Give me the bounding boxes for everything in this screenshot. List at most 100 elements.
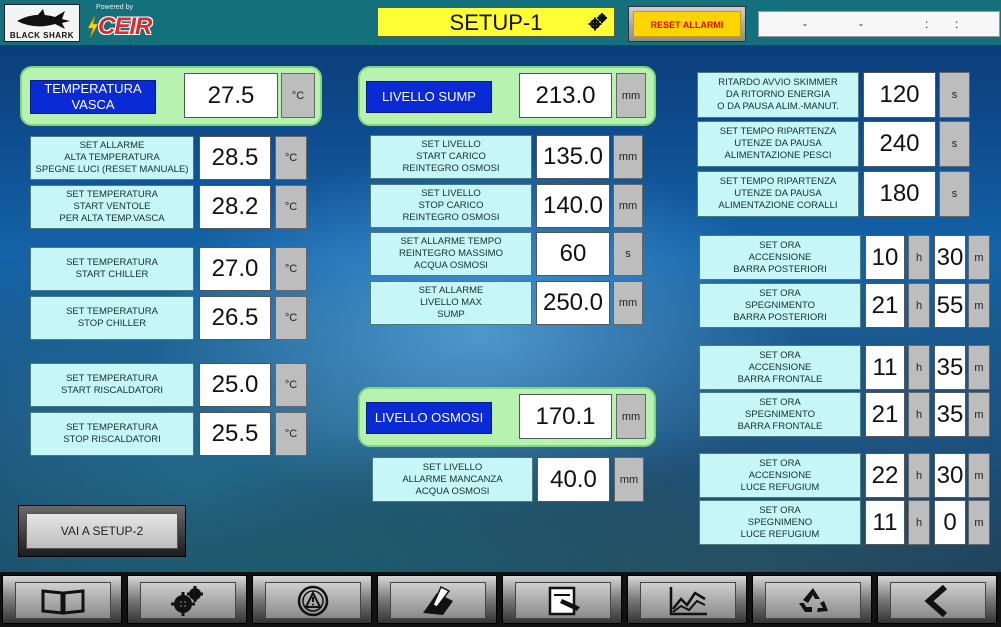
schedule-hour-unit: h	[908, 500, 930, 545]
time-sep-2: :	[955, 17, 959, 31]
schedule-hour-unit: h	[908, 235, 930, 280]
timer-input[interactable]: 120	[863, 72, 936, 118]
osmosi-level-value: 170.1	[519, 394, 612, 439]
brand-name: BLACK SHARK	[9, 31, 75, 40]
document-edit-icon	[548, 586, 580, 615]
schedule-label: SET ORA SPEGNIMENO LUCE REFUGIUM	[699, 500, 861, 545]
vasca-setpoint-input[interactable]: 27.0	[199, 247, 271, 291]
book-icon	[41, 588, 85, 615]
ceir-logo: Powered by CEIR	[86, 4, 176, 42]
vendor-name: CEIR	[98, 13, 152, 40]
timer-unit: s	[939, 121, 970, 167]
schedule-hour-input[interactable]: 11	[865, 500, 905, 545]
schedule-hour-unit: h	[908, 392, 930, 437]
sump-level-title: LIVELLO SUMP	[366, 81, 492, 113]
vasca-temperature-title: TEMPERATURA VASCA	[30, 80, 156, 114]
sump-setpoint-input[interactable]: 140.0	[536, 184, 610, 228]
gears-icon	[588, 13, 607, 31]
schedule-minute-input[interactable]: 55	[934, 283, 966, 328]
osmosi-level-unit: mm	[616, 394, 646, 439]
schedule-minute-unit: m	[968, 500, 990, 545]
schedule-hour-input[interactable]: 22	[865, 453, 905, 498]
vasca-setpoint-input[interactable]: 26.5	[199, 296, 271, 340]
date-part-2: -	[859, 17, 863, 31]
schedule-minute-unit: m	[968, 453, 990, 498]
vasca-setpoint-unit: °C	[275, 412, 307, 456]
goto-setup2-label: VAI A SETUP-2	[26, 513, 178, 549]
vasca-setpoint-unit: °C	[275, 296, 307, 340]
osmosi-setpoint-label: SET LIVELLO ALLARME MANCANZA ACQUA OSMOS…	[372, 457, 533, 502]
schedule-hour-unit: h	[908, 283, 930, 328]
back-button[interactable]	[877, 575, 997, 624]
trend-button[interactable]	[627, 575, 747, 624]
schedule-label: SET ORA ACCENSIONE BARRA FRONTALE	[699, 345, 861, 390]
schedule-minute-input[interactable]: 30	[934, 235, 966, 280]
schedule-minute-input[interactable]: 35	[934, 345, 966, 390]
vasca-setpoint-unit: °C	[275, 247, 307, 291]
recycle-button[interactable]	[752, 575, 872, 624]
schedule-label: SET ORA ACCENSIONE BARRA POSTERIORI	[699, 235, 861, 280]
schedule-hour-input[interactable]: 21	[865, 392, 905, 437]
osmosi-setpoint-input[interactable]: 40.0	[537, 457, 610, 502]
timer-unit: s	[939, 72, 970, 118]
sump-setpoint-input[interactable]: 250.0	[536, 281, 610, 325]
schedule-hour-input[interactable]: 11	[865, 345, 905, 390]
vasca-setpoint-unit: °C	[275, 363, 307, 407]
vasca-setpoint-label: SET TEMPERATURA START CHILLER	[30, 247, 194, 291]
time-sep-1: :	[925, 17, 929, 31]
timer-label: RITARDO AVVIO SKIMMER DA RITORNO ENERGIA…	[697, 72, 859, 118]
schedule-label: SET ORA SPEGNIMENTO BARRA FRONTALE	[699, 392, 861, 437]
sump-setpoint-unit: s	[613, 232, 643, 276]
schedule-hour-unit: h	[908, 345, 930, 390]
schedule-minute-unit: m	[968, 392, 990, 437]
vasca-setpoint-unit: °C	[275, 136, 307, 180]
vasca-setpoint-label: SET TEMPERATURA STOP CHILLER	[30, 296, 194, 340]
edit-button[interactable]	[377, 575, 497, 624]
recycle-icon	[799, 587, 828, 612]
bottom-toolbar	[0, 572, 1001, 627]
log-button[interactable]	[502, 575, 622, 624]
setup-button[interactable]	[127, 575, 247, 624]
reset-alarms-button[interactable]: RESET ALLARMI	[628, 6, 746, 42]
top-bar: BLACK SHARK Powered by CEIR SETUP-1 RESE…	[0, 0, 1001, 46]
sump-setpoint-input[interactable]: 135.0	[536, 135, 610, 179]
pen-paper-icon	[423, 585, 453, 615]
sump-level-value: 213.0	[519, 73, 612, 118]
timer-label: SET TEMPO RIPARTENZA UTENZE DA PAUSA ALI…	[697, 171, 859, 217]
sump-setpoint-unit: mm	[613, 281, 643, 325]
trend-chart-icon	[669, 586, 707, 615]
schedule-minute-input[interactable]: 30	[934, 453, 966, 498]
sump-level-unit: mm	[616, 73, 646, 118]
sump-setpoint-unit: mm	[613, 135, 643, 179]
schedule-minute-input[interactable]: 0	[934, 500, 966, 545]
goto-setup2-button[interactable]: VAI A SETUP-2	[18, 505, 186, 557]
sump-setpoint-unit: mm	[613, 184, 643, 228]
sump-setpoint-label: SET LIVELLO START CARICO REINTEGRO OSMOS…	[370, 135, 532, 179]
timer-label: SET TEMPO RIPARTENZA UTENZE DA PAUSA ALI…	[697, 121, 859, 167]
vasca-setpoint-label: SET TEMPERATURA START RISCALDATORI	[30, 363, 194, 407]
back-arrow-icon	[924, 584, 947, 617]
alarms-button[interactable]	[252, 575, 372, 624]
sump-setpoint-label: SET ALLARME LIVELLO MAX SUMP	[370, 281, 532, 325]
timer-input[interactable]: 240	[863, 121, 936, 167]
schedule-minute-input[interactable]: 35	[934, 392, 966, 437]
alarm-warning-icon	[297, 585, 329, 616]
vasca-setpoint-input[interactable]: 25.5	[199, 412, 271, 456]
vasca-setpoint-input[interactable]: 28.5	[199, 136, 271, 180]
timer-input[interactable]: 180	[863, 171, 936, 217]
shark-icon	[17, 9, 70, 29]
schedule-hour-input[interactable]: 21	[865, 283, 905, 328]
manual-button[interactable]	[2, 575, 122, 624]
schedule-hour-input[interactable]: 10	[865, 235, 905, 280]
vasca-setpoint-unit: °C	[275, 185, 307, 229]
osmosi-setpoint-unit: mm	[614, 457, 644, 502]
vasca-setpoint-input[interactable]: 25.0	[199, 363, 271, 407]
schedule-hour-unit: h	[908, 453, 930, 498]
schedule-minute-unit: m	[968, 235, 990, 280]
schedule-label: SET ORA ACCENSIONE LUCE REFUGIUM	[699, 453, 861, 498]
powered-by-text: Powered by	[96, 4, 133, 11]
vasca-setpoint-input[interactable]: 28.2	[199, 185, 271, 229]
schedule-label: SET ORA SPEGNIMENTO BARRA POSTERIORI	[699, 283, 861, 328]
sump-setpoint-label: SET ALLARME TEMPO REINTEGRO MASSIMO ACQU…	[370, 232, 532, 276]
sump-setpoint-input[interactable]: 60	[536, 232, 610, 276]
